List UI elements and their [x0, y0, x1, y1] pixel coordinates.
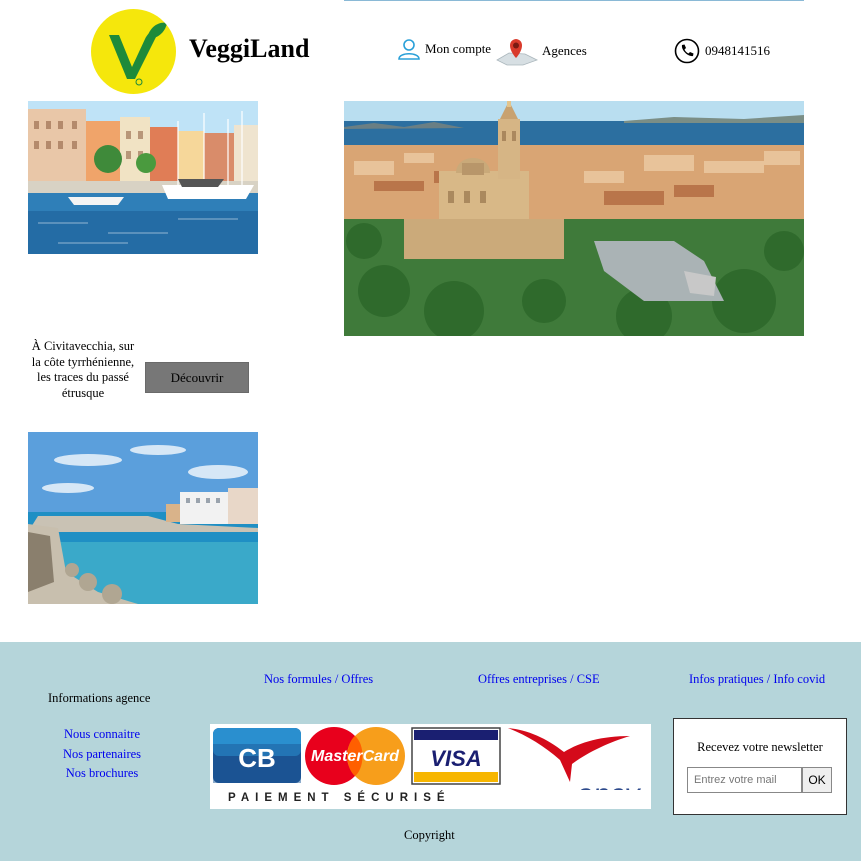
about-link-nous-connaitre[interactable]: Nous connaitre [56, 725, 148, 745]
svg-text:CB: CB [238, 743, 276, 773]
infos-pratiques-link[interactable]: Infos pratiques / Info covid [689, 672, 825, 687]
brand-name[interactable]: VeggiLand [189, 34, 309, 64]
vegan-logo-icon[interactable] [91, 9, 176, 94]
svg-text:VISA: VISA [430, 746, 481, 771]
harbor-photo[interactable] [28, 101, 258, 254]
mastercard-icon: MasterCard [305, 727, 405, 785]
map-pin-icon [495, 36, 539, 66]
newsletter-title: Recevez votre newsletter [697, 740, 823, 754]
top-accent-line [344, 0, 804, 1]
visa-card-icon: VISA [411, 727, 501, 785]
newsletter-submit-button[interactable]: OK [802, 767, 832, 793]
secure-payment-label: PAIEMENT SÉCURISÉ [228, 792, 451, 804]
about-link-partenaires[interactable]: Nos partenaires [56, 745, 148, 765]
promo-caption: À Civitavecchia, sur la côte tyrrhénienn… [31, 339, 135, 400]
cb-card-icon: CB [213, 728, 301, 783]
phone-icon [674, 38, 700, 64]
phone-number: 0948141516 [705, 43, 770, 58]
ancv-logo-icon: ancv [508, 728, 642, 790]
svg-text:MasterCard: MasterCard [311, 748, 400, 765]
account-link[interactable]: Mon compte [397, 38, 491, 60]
newsletter-box: Recevez votre newsletter OK [673, 718, 847, 815]
seaside-photo[interactable] [28, 432, 258, 604]
agencies-link[interactable]: Agences [495, 36, 587, 66]
discover-button[interactable]: Découvrir [145, 362, 249, 393]
formules-link[interactable]: Nos formules / Offres [264, 672, 373, 687]
newsletter-email-input[interactable] [687, 767, 802, 793]
payment-methods-banner: CB MasterCard VISA ancv PAIEMENT SÉCURIS… [210, 724, 651, 809]
phone-link[interactable]: 0948141516 [674, 38, 770, 64]
user-icon [397, 38, 421, 60]
agencies-label: Agences [542, 43, 587, 58]
about-link-brochures[interactable]: Nos brochures [56, 764, 148, 784]
entreprises-link[interactable]: Offres entreprises / CSE [478, 672, 600, 687]
city-aerial-photo[interactable] [344, 101, 804, 336]
about-links: Nous connaitre Nos partenaires Nos broch… [56, 725, 148, 784]
copyright-text: Copyright [404, 828, 455, 842]
agency-info-title: Informations agence [48, 691, 151, 705]
svg-text:ancv: ancv [576, 778, 641, 790]
account-label: Mon compte [425, 41, 492, 56]
